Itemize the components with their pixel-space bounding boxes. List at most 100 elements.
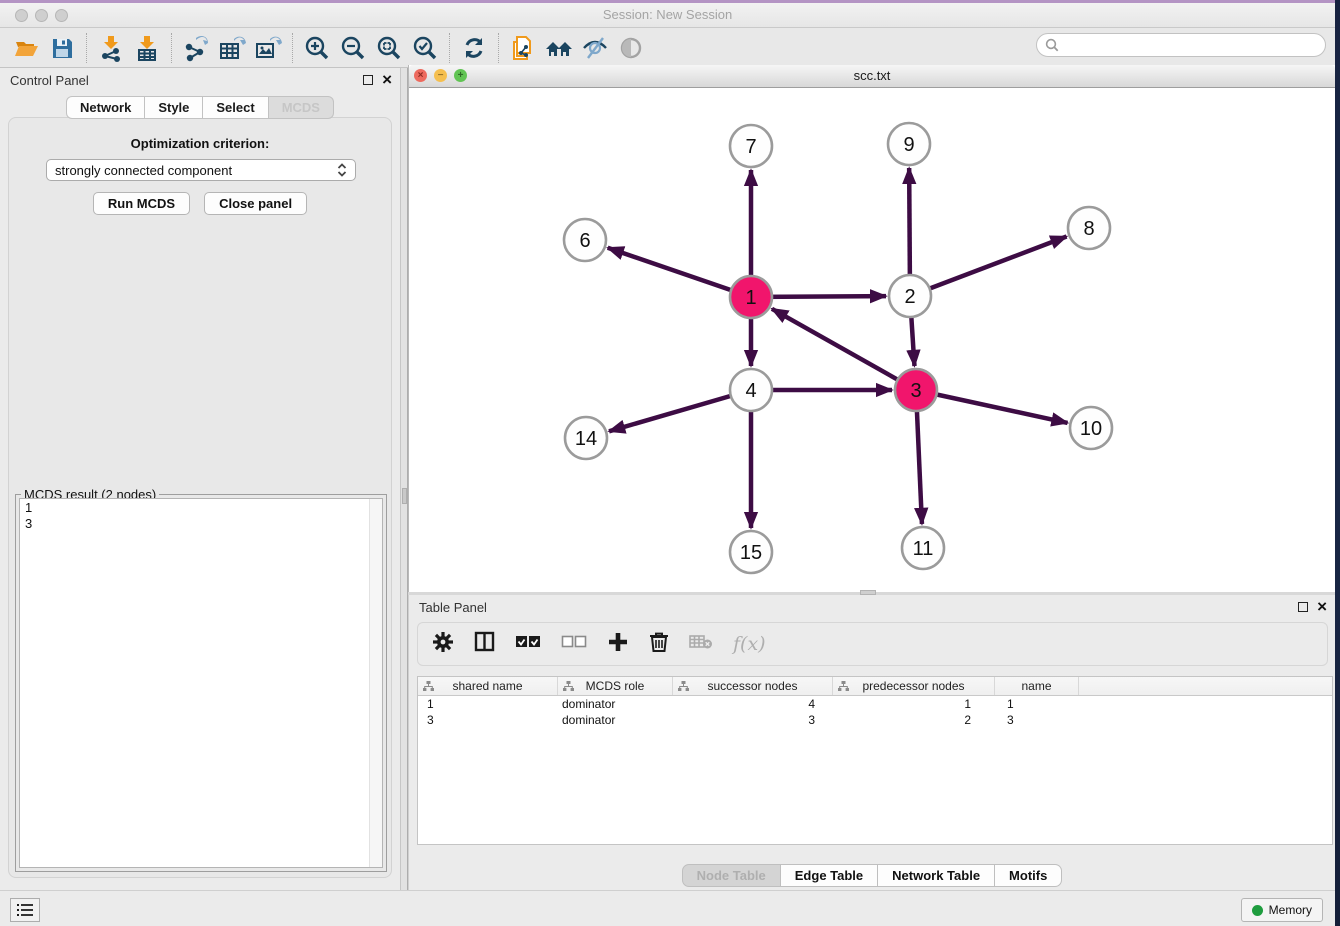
graph-node-1[interactable]: 1 [730, 276, 772, 318]
optimization-criterion-select[interactable]: strongly connected component [46, 159, 356, 181]
table-cell[interactable]: 1 [418, 696, 558, 712]
graph-node-3[interactable]: 3 [895, 369, 937, 411]
graph-node-6[interactable]: 6 [564, 219, 606, 261]
column-header-MCDS-role[interactable]: MCDS role [558, 677, 673, 695]
column-layout-icon[interactable] [474, 631, 495, 657]
graph-node-15[interactable]: 15 [730, 531, 772, 573]
zoom-window-button[interactable] [55, 9, 68, 22]
graph-node-9[interactable]: 9 [888, 123, 930, 165]
table-cell[interactable]: 3 [418, 712, 558, 728]
node-label: 7 [745, 136, 756, 158]
settings-gear-icon[interactable] [432, 631, 454, 658]
float-panel-icon[interactable] [1298, 602, 1308, 612]
tab-select[interactable]: Select [203, 96, 268, 119]
add-column-icon[interactable] [607, 631, 629, 658]
table-row[interactable]: 3dominator323 [418, 712, 1332, 728]
graph-edge-1-6[interactable] [608, 248, 751, 297]
network-canvas[interactable]: 7 9 6 8 1 2 4 3 14 10 15 11 [409, 88, 1336, 592]
hide-graphics-icon[interactable] [580, 33, 610, 63]
select-all-columns-icon[interactable] [515, 635, 541, 653]
mcds-panel: Optimization criterion: strongly connect… [8, 117, 392, 878]
tab-edge-table[interactable]: Edge Table [781, 864, 878, 887]
zoom-in-icon[interactable] [302, 33, 332, 63]
close-panel-button[interactable]: Close panel [204, 192, 307, 215]
network-window-titlebar[interactable]: × − + scc.txt [409, 65, 1335, 88]
control-panel: Control Panel × NetworkStyleSelectMCDS O… [0, 68, 400, 890]
unselect-all-columns-icon[interactable] [561, 635, 587, 653]
zoom-out-icon[interactable] [338, 33, 368, 63]
close-window-button[interactable] [15, 9, 28, 22]
save-session-icon[interactable] [47, 33, 77, 63]
network-window-title: scc.txt [409, 65, 1335, 87]
graph-node-2[interactable]: 2 [889, 275, 931, 317]
mcds-result-textarea[interactable]: 13 [19, 498, 383, 868]
window-title: Session: New Session [0, 3, 1335, 27]
tab-node-table[interactable]: Node Table [682, 864, 781, 887]
open-session-icon[interactable] [11, 33, 41, 63]
task-history-button[interactable] [10, 898, 40, 922]
export-image-icon[interactable] [253, 33, 283, 63]
tab-mcds[interactable]: MCDS [269, 96, 334, 119]
titlebar[interactable]: Session: New Session [0, 3, 1335, 28]
node-table[interactable]: shared nameMCDS rolesuccessor nodesprede… [417, 676, 1333, 845]
splitter-handle[interactable] [402, 488, 407, 504]
graph-node-7[interactable]: 7 [730, 125, 772, 167]
table-cell[interactable]: 4 [673, 696, 833, 712]
column-header-successor-nodes[interactable]: successor nodes [673, 677, 833, 695]
export-network-icon[interactable] [181, 33, 211, 63]
node-label: 8 [1083, 218, 1094, 240]
search-input[interactable] [1036, 33, 1326, 57]
control-panel-tabs: NetworkStyleSelectMCDS [0, 96, 400, 119]
graph-node-10[interactable]: 10 [1070, 407, 1112, 449]
tab-motifs[interactable]: Motifs [995, 864, 1062, 887]
table-cell[interactable]: dominator [558, 696, 673, 712]
close-panel-icon[interactable]: × [382, 73, 392, 87]
minimize-window-button[interactable] [35, 9, 48, 22]
search-field[interactable] [1059, 38, 1325, 53]
import-table-icon[interactable] [132, 33, 162, 63]
import-network-icon[interactable] [96, 33, 126, 63]
network-maximize-button[interactable]: + [454, 69, 467, 82]
delete-columns-icon[interactable] [649, 631, 669, 658]
column-header-shared-name[interactable]: shared name [418, 677, 558, 695]
table-cell[interactable]: dominator [558, 712, 673, 728]
result-line: 1 [25, 500, 377, 516]
network-minimize-button[interactable]: − [434, 69, 447, 82]
status-bar: Memory [0, 890, 1335, 926]
result-scrollbar[interactable] [369, 499, 382, 867]
zoom-fit-icon[interactable] [374, 33, 404, 63]
column-header-name[interactable]: name [995, 677, 1079, 695]
table-row[interactable]: 1dominator411 [418, 696, 1332, 712]
tab-style[interactable]: Style [145, 96, 203, 119]
graph-node-14[interactable]: 14 [565, 417, 607, 459]
table-tabs: Node TableEdge TableNetwork TableMotifs [409, 864, 1335, 887]
graph-edge-2-8[interactable] [910, 237, 1067, 296]
graph-edge-3-10[interactable] [916, 390, 1068, 423]
run-mcds-button[interactable]: Run MCDS [93, 192, 190, 215]
zoom-selected-icon[interactable] [410, 33, 440, 63]
close-panel-icon[interactable]: × [1317, 600, 1327, 614]
list-icon [16, 903, 34, 917]
table-cell[interactable]: 2 [833, 712, 995, 728]
table-cell[interactable]: 3 [995, 712, 1079, 728]
tab-network-table[interactable]: Network Table [878, 864, 995, 887]
table-cell[interactable]: 3 [673, 712, 833, 728]
float-panel-icon[interactable] [363, 75, 373, 85]
graph-node-11[interactable]: 11 [902, 527, 944, 569]
duplicate-network-icon[interactable] [508, 33, 538, 63]
memory-button[interactable]: Memory [1241, 898, 1323, 922]
graph-node-8[interactable]: 8 [1068, 207, 1110, 249]
network-close-button[interactable]: × [414, 69, 427, 82]
table-cell[interactable]: 1 [833, 696, 995, 712]
column-header-predecessor-nodes[interactable]: predecessor nodes [833, 677, 995, 695]
graph-node-4[interactable]: 4 [730, 369, 772, 411]
homes-icon[interactable] [544, 33, 574, 63]
graph-edge-3-1[interactable] [772, 309, 916, 390]
panel-splitter-vertical[interactable] [400, 68, 408, 890]
table-cell[interactable]: 1 [995, 696, 1079, 712]
toolbar-separator [171, 33, 172, 63]
tab-network[interactable]: Network [66, 96, 145, 119]
export-table-icon[interactable] [217, 33, 247, 63]
inactive-eye-icon [616, 33, 646, 63]
refresh-layout-icon[interactable] [459, 33, 489, 63]
